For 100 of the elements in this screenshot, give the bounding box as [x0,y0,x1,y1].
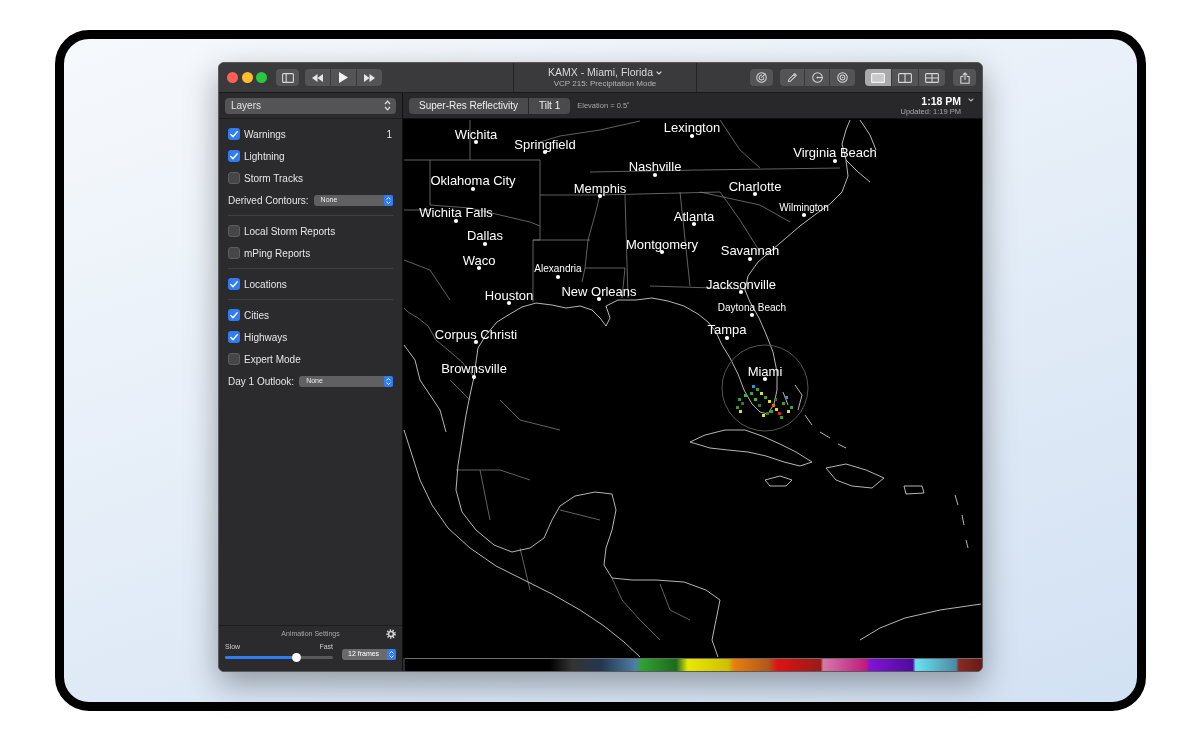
city-dot-icon [652,172,658,178]
time-label: 1:18 PM [921,95,961,106]
checkmark-icon [230,130,238,138]
city-dot-icon [749,312,755,318]
sidebar-toggle-button[interactable] [276,69,299,86]
city-dot-icon [453,218,459,224]
layout-button[interactable] [865,69,891,86]
city-dot-icon [476,265,482,271]
city-label: Houston [484,287,534,303]
city-label: Savannah [720,242,780,258]
city-dot-icon [691,221,697,227]
updown-chevron-icon [387,649,396,660]
target-icon [837,72,848,83]
checkbox[interactable] [228,150,240,162]
checkmark-icon [230,333,238,341]
city-label: Charlotte [728,178,782,194]
chevron-down-icon[interactable] [968,98,974,102]
city-label: New Orleans [561,283,637,299]
city-dot-icon [724,335,730,341]
checkbox-label: Locations [244,277,287,292]
city-label: Tampa [707,321,747,337]
single-pane-icon [871,72,885,83]
city-dot-icon [832,158,838,164]
city-dot-icon [470,186,476,192]
zoom-button[interactable] [256,72,267,83]
city-dot-icon [506,300,512,306]
fast-forward-button[interactable] [357,69,382,86]
pencil-icon [786,72,798,83]
city-label: Daytona Beach [717,301,787,313]
island-outline [764,475,793,487]
checkbox[interactable] [228,331,240,343]
checkbox-label: Expert Mode [244,352,301,367]
share-icon [959,71,970,84]
layout-button[interactable] [892,69,918,86]
speed-slider[interactable] [225,653,333,662]
dial-button[interactable] [805,69,829,86]
checkbox[interactable] [228,172,240,184]
checkbox[interactable] [228,278,240,290]
four-pane-icon [925,72,939,83]
city-label: Waco [462,252,496,268]
island-outline [794,384,803,411]
checkbox[interactable] [228,128,240,140]
checkbox-label: Local Storm Reports [244,224,336,239]
island-outline [804,414,813,426]
city-dot-icon [689,133,695,139]
city-label: Corpus Christi [434,326,518,342]
city-dot-icon [801,212,807,218]
radar-button[interactable] [750,69,773,86]
city-dot-icon [482,241,488,247]
island-outline [819,431,831,439]
chevron-down-icon[interactable] [656,70,662,75]
island-outline [903,485,925,495]
share-button[interactable] [953,69,976,86]
border-line [403,259,451,301]
border-line [519,547,531,591]
updown-chevron-icon [384,194,393,206]
checkbox[interactable] [228,353,240,365]
island-outline [961,514,965,526]
sidebar-icon [281,72,294,83]
city-dot-icon [752,191,758,197]
checkbox-label: Highways [244,330,288,345]
checkbox-label: Lightning [244,149,285,164]
window-title: KAMX - Miami, Florida [548,67,653,78]
window-subtitle: VCP 215: Precipitation Mode [553,79,657,88]
city-dot-icon [471,374,477,380]
city-label: Jacksonville [705,276,777,292]
city-label: Wichita Falls [419,204,493,220]
map-view[interactable] [403,119,982,658]
city-dot-icon [762,376,768,382]
city-label: Wilmington [779,201,829,213]
gear-icon[interactable] [386,629,396,639]
close-button[interactable] [227,72,238,83]
city-dot-icon [473,139,479,145]
rewind-button[interactable] [305,69,330,86]
checkbox[interactable] [228,309,240,321]
slider-thumb[interactable] [291,653,301,662]
city-dot-icon [747,256,753,262]
city-label: Alexandria [534,262,582,274]
checkbox-label: Storm Tracks [244,171,303,186]
segment-button[interactable]: Tilt 1 [528,97,571,114]
checkmark-icon [230,152,238,160]
layout-button[interactable] [919,69,945,86]
border-line [499,399,561,431]
pencil-button[interactable] [780,69,804,86]
checkbox[interactable] [228,225,240,237]
layers-popup[interactable]: Layers [225,97,396,114]
city-label: Springfield [514,136,576,152]
city-label: Montgomery [625,236,699,252]
play-icon [339,72,348,83]
play-button[interactable] [331,69,356,86]
segment-button[interactable]: Super-Res Reflectivity [409,97,528,114]
city-label: Dallas [466,227,504,243]
checkbox[interactable] [228,247,240,259]
checkbox-label: Warnings [244,127,286,142]
island-outline [837,443,847,449]
island-outline [965,539,969,549]
minimize-button[interactable] [241,72,253,83]
target-button[interactable] [830,69,855,86]
updown-chevron-icon [384,100,391,111]
city-dot-icon [596,296,602,302]
